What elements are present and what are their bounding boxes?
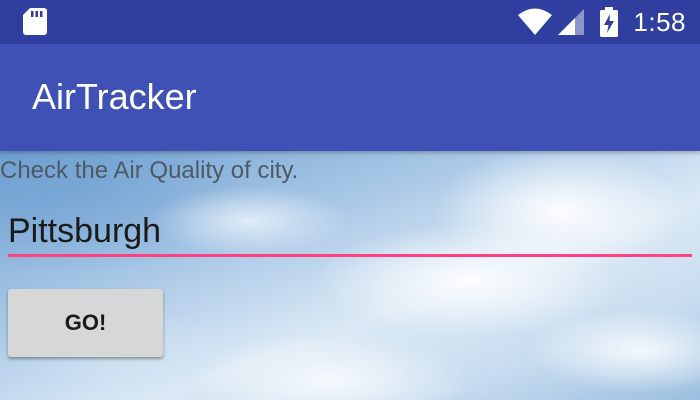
app-title: AirTracker	[32, 76, 197, 117]
wifi-icon	[517, 8, 553, 36]
sd-card-icon	[22, 7, 48, 35]
phone-screen: 1:58 AirTracker Check the Air Quality of…	[0, 0, 700, 400]
status-icons: 1:58	[517, 0, 686, 44]
status-clock: 1:58	[633, 6, 686, 37]
signal-icon	[557, 8, 585, 36]
city-input[interactable]	[8, 209, 692, 257]
app-bar: AirTracker	[0, 44, 700, 151]
battery-charging-icon	[599, 7, 619, 37]
instruction-text: Check the Air Quality of city.	[0, 157, 299, 184]
status-bar: 1:58	[0, 0, 700, 44]
go-button[interactable]: GO!	[8, 289, 163, 357]
sky-background: Check the Air Quality of city. GO!	[0, 151, 700, 400]
